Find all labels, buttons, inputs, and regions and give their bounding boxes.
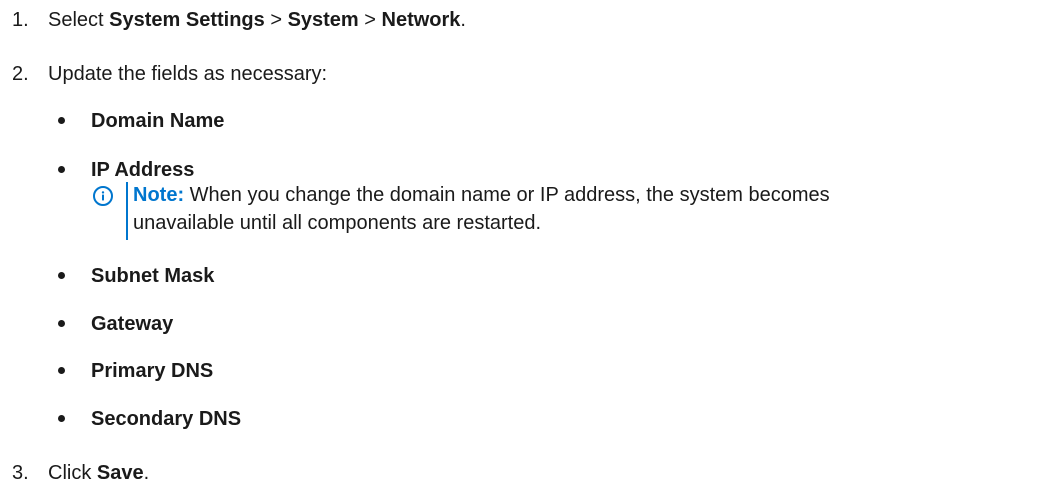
bullet-icon	[58, 415, 65, 422]
note-text-1: When you change the domain name or IP ad…	[184, 184, 830, 206]
step-1-number: 1.	[12, 9, 29, 31]
step-1-prefix: Select	[48, 9, 110, 31]
field-gateway: Gateway	[91, 313, 174, 335]
step-3-suffix: .	[143, 462, 150, 484]
field-ip-address: IP Address	[91, 159, 195, 181]
bullet-icon	[58, 367, 65, 374]
step-3-text: Click Save.	[48, 459, 149, 487]
field-secondary-dns: Secondary DNS	[91, 408, 242, 430]
step-1-text: Select System Settings > System > Networ…	[48, 6, 466, 34]
step-2-text: Update the fields as necessary:	[48, 63, 328, 85]
note-divider	[126, 182, 128, 240]
step-1-suffix: .	[460, 9, 466, 31]
save-action-label: Save	[96, 462, 144, 484]
field-domain-name: Domain Name	[91, 110, 225, 132]
menu-path-system: System	[287, 9, 359, 31]
field-primary-dns: Primary DNS	[91, 360, 214, 382]
bullet-icon	[58, 117, 65, 124]
step-3-prefix: Click	[48, 462, 97, 484]
step-2-number: 2.	[12, 63, 29, 85]
step-3-number: 3.	[12, 462, 29, 484]
bullet-icon	[58, 166, 65, 173]
bullet-icon	[58, 272, 65, 279]
field-subnet-mask: Subnet Mask	[91, 265, 215, 287]
menu-path-system-settings: System Settings	[109, 9, 265, 31]
path-separator: >	[264, 9, 288, 31]
note-label: Note:	[133, 184, 185, 206]
path-separator: >	[358, 9, 382, 31]
bullet-icon	[58, 320, 65, 327]
menu-path-network: Network	[381, 9, 461, 31]
note-line-2: unavailable until all components are res…	[133, 212, 542, 234]
info-icon	[93, 186, 113, 206]
note-line-1: Note: When you change the domain name or…	[133, 181, 830, 209]
